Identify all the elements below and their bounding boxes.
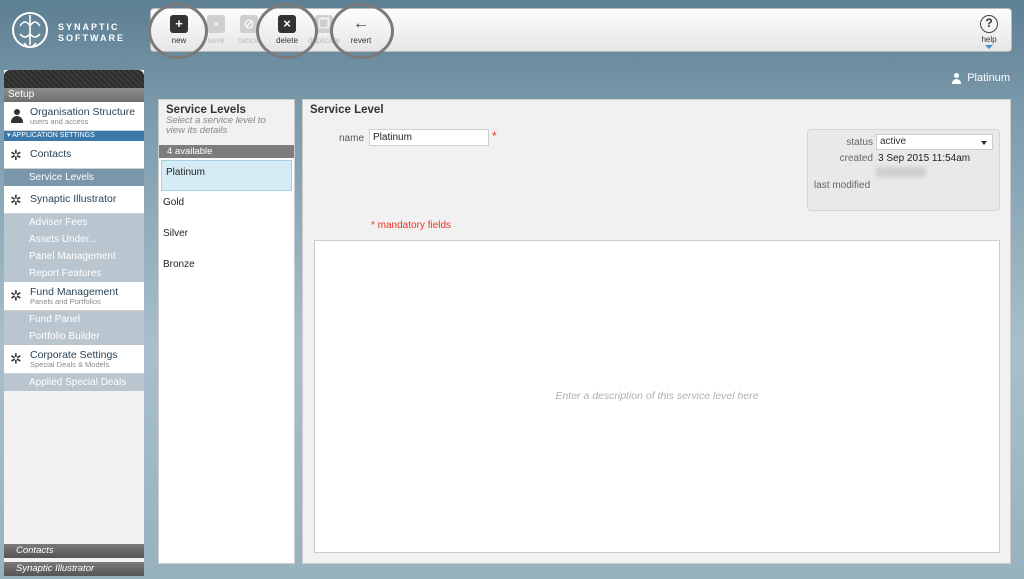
current-user[interactable]: Platinum	[951, 72, 1010, 84]
list-hint: Select a service level to view its detai…	[166, 115, 266, 136]
sidebar-item-organisation-structure[interactable]: Organisation Structure users and access	[4, 102, 144, 131]
created-value: 3 Sep 2015 11:54am	[878, 153, 971, 164]
cancel-button[interactable]: ⊘ cancel	[231, 15, 267, 49]
application-settings-header[interactable]: ▾ APPLICATION SETTINGS	[4, 131, 144, 141]
sidebar-subitem-applied-special-deals[interactable]: Applied Special Deals	[4, 374, 144, 391]
duplicate-icon: ❐	[315, 15, 333, 33]
brain-logo-icon	[12, 12, 48, 48]
back-arrow-icon: ←	[353, 15, 369, 32]
list-header: Service Levels Select a service level to…	[159, 100, 294, 145]
sidebar-subitem-assets-under[interactable]: Assets Under...	[4, 231, 144, 248]
cancel-icon: ⊘	[240, 15, 258, 33]
gear-icon: ✲	[10, 191, 22, 208]
new-icon: +	[170, 15, 188, 33]
help-label: help	[981, 35, 997, 44]
sidebar-setup-header: Setup	[4, 88, 144, 102]
sidebar-subitem-fund-panel[interactable]: Fund Panel	[4, 311, 144, 328]
detail-title: Service Level	[310, 104, 384, 116]
cancel-label: cancel	[237, 36, 261, 45]
dropdown-indicator-icon	[985, 45, 993, 49]
brand-name-line1: SYNAPTIC	[58, 22, 120, 32]
sidebar-item-sublabel: Special Deals & Models	[30, 360, 110, 369]
status-select[interactable]: active	[876, 134, 993, 150]
current-user-name: Platinum	[967, 72, 1010, 84]
list-item-gold[interactable]: Gold	[159, 191, 294, 222]
status-select-value: active	[880, 136, 907, 147]
save-label: save	[207, 36, 225, 45]
revert-button[interactable]: ← revert	[343, 15, 379, 49]
last-modified-label: last modified	[814, 180, 871, 191]
toolbar: + new ▪ save ⊘ cancel × delete ❐ duplica…	[150, 8, 1012, 52]
sidebar-subitem-panel-management[interactable]: Panel Management	[4, 248, 144, 265]
description-textarea[interactable]: Enter a description of this service leve…	[314, 240, 1000, 553]
name-label: name	[339, 133, 365, 144]
status-label: status	[846, 137, 873, 148]
redacted-author	[876, 167, 926, 177]
new-label: new	[171, 36, 187, 45]
save-icon: ▪	[207, 15, 225, 33]
sidebar-subitem-adviser-fees[interactable]: Adviser Fees	[4, 214, 144, 231]
sidebar-item-fund-management[interactable]: ✲ Fund Management Panels and Portfolios	[4, 282, 144, 311]
delete-button[interactable]: × delete	[269, 15, 305, 49]
gear-icon: ✲	[10, 146, 22, 163]
sidebar: Setup Organisation Structure users and a…	[4, 70, 144, 576]
description-placeholder: Enter a description of this service leve…	[555, 390, 759, 402]
created-label: created	[839, 153, 873, 164]
sidebar-subitem-report-features[interactable]: Report Features	[4, 265, 144, 282]
sidebar-bottom-synaptic-illustrator[interactable]: Synaptic Illustrator	[4, 562, 144, 576]
list-item-platinum[interactable]: Platinum	[161, 160, 292, 191]
sidebar-item-corporate-settings[interactable]: ✲ Corporate Settings Special Deals & Mod…	[4, 345, 144, 374]
sidebar-header-pattern	[4, 70, 144, 88]
gear-icon: ✲	[10, 350, 22, 367]
help-icon: ?	[980, 15, 998, 33]
sidebar-subitem-portfolio-builder[interactable]: Portfolio Builder	[4, 328, 144, 345]
sidebar-item-sublabel: Panels and Portfolios	[30, 297, 101, 306]
duplicate-button[interactable]: ❐ duplicate	[306, 15, 342, 49]
record-meta-box: status active created 3 Sep 2015 11:54am…	[807, 129, 1000, 211]
help-button[interactable]: ? help	[977, 15, 1001, 49]
save-button[interactable]: ▪ save	[198, 15, 234, 49]
brand-logo: SYNAPTIC SOFTWARE	[10, 8, 140, 58]
list-count: 4 available	[159, 145, 294, 158]
list-item-silver[interactable]: Silver	[159, 222, 294, 253]
sidebar-item-label: Contacts	[30, 148, 72, 160]
new-button[interactable]: + new	[161, 15, 197, 49]
name-input[interactable]	[369, 129, 489, 146]
delete-label: delete	[276, 36, 298, 45]
sidebar-subitem-service-levels[interactable]: Service Levels	[4, 169, 144, 186]
sidebar-item-label: Synaptic Illustrator	[30, 193, 117, 205]
gear-icon: ✲	[10, 287, 22, 304]
required-marker: *	[492, 129, 497, 143]
sidebar-item-sublabel: users and access	[30, 117, 89, 126]
sidebar-bottom-contacts[interactable]: Contacts	[4, 544, 144, 558]
application-settings-label: APPLICATION SETTINGS	[12, 132, 95, 139]
user-icon	[951, 72, 962, 84]
list-item-bronze[interactable]: Bronze	[159, 253, 294, 284]
sidebar-item-contacts[interactable]: ✲ Contacts	[4, 141, 144, 169]
brand-name-line2: SOFTWARE	[58, 33, 125, 43]
revert-label: revert	[350, 36, 372, 45]
person-icon	[11, 109, 23, 123]
service-level-detail-panel: Service Level name * status active creat…	[302, 99, 1011, 564]
duplicate-label: duplicate	[307, 36, 341, 45]
app-window: SYNAPTIC SOFTWARE + new ▪ save ⊘ cancel …	[0, 0, 1024, 579]
service-levels-list-panel: Service Levels Select a service level to…	[158, 99, 295, 564]
mandatory-fields-note: * mandatory fields	[371, 220, 452, 231]
sidebar-item-synaptic-illustrator[interactable]: ✲ Synaptic Illustrator	[4, 186, 144, 214]
delete-icon: ×	[278, 15, 296, 33]
chevron-down-icon	[981, 141, 987, 145]
